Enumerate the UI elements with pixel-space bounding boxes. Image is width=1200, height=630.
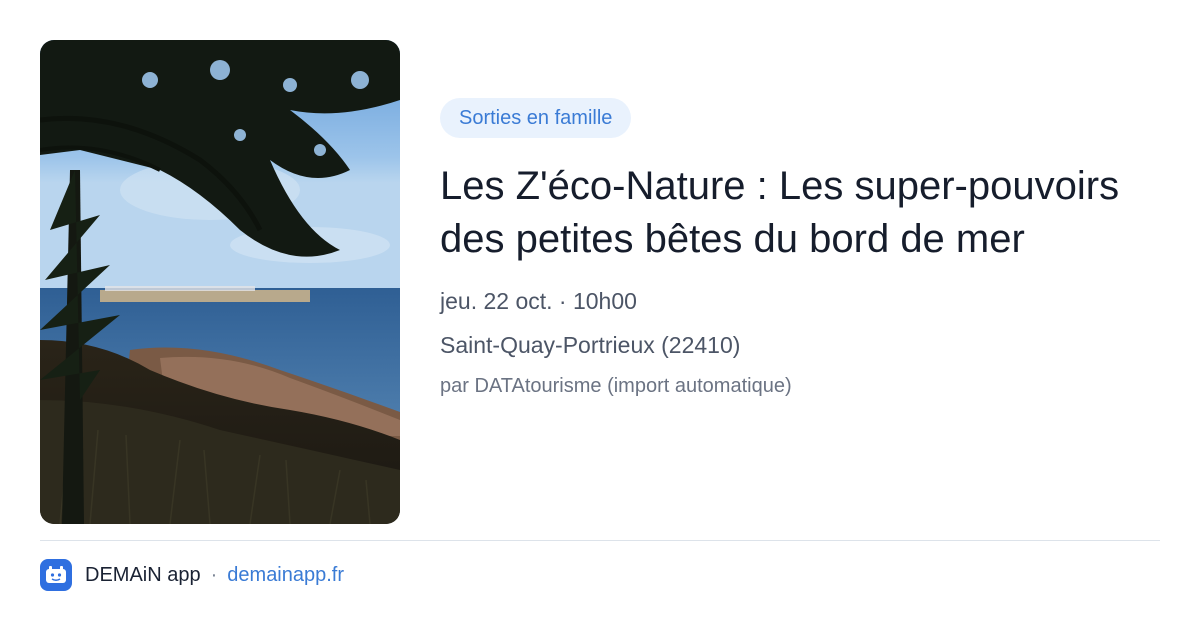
footer: DEMAiN app · demainapp.fr (40, 558, 344, 592)
app-name: DEMAiN app (85, 563, 201, 586)
site-link[interactable]: demainapp.fr (227, 564, 344, 587)
event-location: Saint-Quay-Portrieux (22410) (440, 332, 741, 358)
event-title[interactable]: Les Z'éco-Nature : Les super-pouvoirs de… (440, 160, 1160, 266)
category-tag[interactable]: Sorties en famille (440, 98, 632, 138)
event-details: Sorties en famille Les Z'éco-Nature : Le… (440, 98, 1160, 400)
event-date: jeu. 22 oct. · 10h00 (440, 288, 637, 314)
event-photo (40, 40, 400, 524)
footer-divider (40, 540, 1160, 541)
demain-app-icon[interactable] (40, 559, 72, 591)
footer-separator: · (210, 563, 218, 586)
event-card[interactable]: Sorties en famille Les Z'éco-Nature : Le… (0, 0, 1200, 630)
event-source: par DATAtourisme (import automatique) (440, 375, 792, 397)
